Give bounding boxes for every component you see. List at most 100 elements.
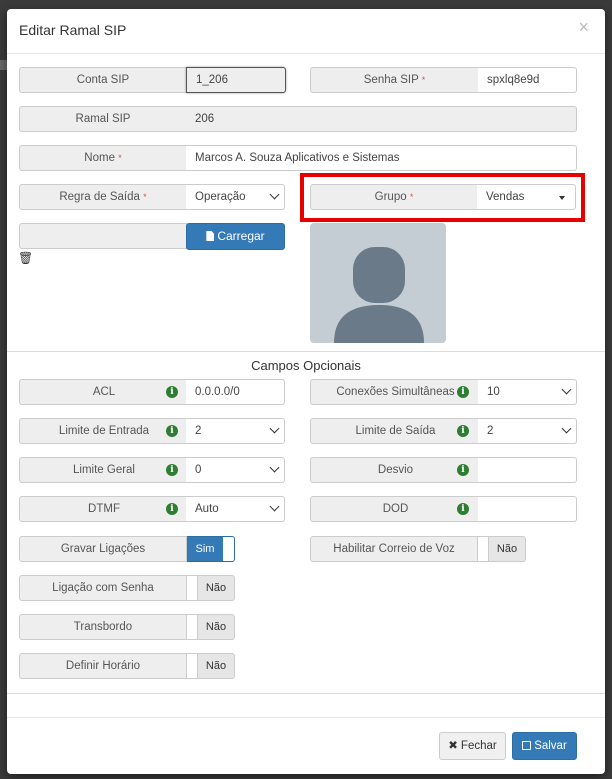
carregar-label: Carregar <box>217 229 265 243</box>
carregar-button[interactable]: Carregar <box>186 223 285 250</box>
info-icon[interactable]: i <box>457 386 469 398</box>
regra-saida-value: Operação <box>195 191 246 203</box>
info-icon[interactable]: i <box>166 386 178 398</box>
section-divider <box>7 351 605 352</box>
acl-label: ACL i <box>19 379 187 405</box>
conexoes-label-text: Conexões Simultâneas <box>336 386 455 398</box>
chevron-down-icon <box>269 423 280 434</box>
ligacao-senha-toggle-state: Não <box>205 582 227 594</box>
limite-geral-label: Limite Geral i <box>19 457 187 483</box>
close-icon: ✖ <box>448 740 458 752</box>
trash-icon[interactable]: 🗑 <box>18 251 33 265</box>
modal-title: Editar Ramal SIP <box>19 22 127 38</box>
senha-sip-label: Senha SIP * <box>310 67 479 93</box>
chevron-down-icon <box>269 189 280 200</box>
conexoes-value: 10 <box>487 386 500 398</box>
regra-saida-select[interactable]: Operação <box>186 184 285 210</box>
regra-saida-label: Regra de Saída * <box>19 184 187 210</box>
info-icon[interactable]: i <box>457 425 469 437</box>
info-icon[interactable]: i <box>166 464 178 476</box>
required-mark: * <box>421 75 426 85</box>
limite-saida-select[interactable]: 2 <box>478 418 577 444</box>
chevron-down-icon <box>269 462 280 473</box>
limite-geral-select[interactable]: 0 <box>186 457 285 483</box>
salvar-button[interactable]: Salvar <box>512 732 577 760</box>
limite-entrada-value: 2 <box>195 425 202 437</box>
regra-saida-label-text: Regra de Saída <box>59 191 140 203</box>
fechar-button[interactable]: ✖ Fechar <box>439 732 506 760</box>
nome-label-text: Nome <box>84 152 115 164</box>
salvar-label: Salvar <box>534 740 567 752</box>
conta-sip-label: Conta SIP <box>19 67 187 93</box>
acl-input[interactable]: 0.0.0.0/0 <box>186 379 285 405</box>
info-icon[interactable]: i <box>166 425 178 437</box>
dtmf-label-text: DTMF <box>88 503 120 515</box>
toggle-knob <box>187 615 198 639</box>
ligacao-senha-toggle[interactable]: Não <box>187 575 235 601</box>
close-icon[interactable]: × <box>578 18 589 36</box>
limite-geral-value: 0 <box>195 464 202 476</box>
footer-divider <box>7 717 605 718</box>
limite-entrada-label-text: Limite de Entrada <box>58 425 150 437</box>
ramal-sip-input: 206 <box>186 106 577 132</box>
section-divider <box>7 693 605 694</box>
definir-horario-toggle[interactable]: Não <box>187 653 235 679</box>
transbordo-label: Transbordo <box>19 614 187 640</box>
toggle-knob <box>187 576 198 600</box>
transbordo-toggle-state: Não <box>205 621 227 633</box>
dod-input[interactable] <box>478 496 577 522</box>
save-icon <box>522 741 532 750</box>
caret-down-icon <box>559 196 565 200</box>
conexoes-label: Conexões Simultâneas i <box>310 379 479 405</box>
user-silhouette-icon <box>334 247 424 343</box>
acl-label-text: ACL <box>92 386 116 398</box>
required-mark: * <box>118 153 122 163</box>
chevron-down-icon <box>269 501 280 512</box>
desvio-label: Desvio i <box>310 457 479 483</box>
required-mark: * <box>143 192 147 202</box>
gravar-toggle[interactable]: Sim <box>187 536 235 562</box>
edit-sip-extension-modal: Editar Ramal SIP × Conta SIP 1_206 Senha… <box>7 9 605 774</box>
grupo-value: Vendas <box>486 191 525 203</box>
nome-label: Nome * <box>19 145 187 171</box>
dtmf-label: DTMF i <box>19 496 187 522</box>
desvio-input[interactable] <box>478 457 577 483</box>
info-icon[interactable]: i <box>166 503 178 515</box>
limite-saida-value: 2 <box>487 425 494 437</box>
grupo-select[interactable]: Vendas <box>477 184 576 210</box>
nome-input[interactable]: Marcos A. Souza Aplicativos e Sistemas <box>186 145 577 171</box>
grupo-label: Grupo * <box>310 184 478 210</box>
conta-sip-input[interactable]: 1_206 <box>186 67 286 93</box>
gravar-toggle-state: Sim <box>187 537 223 561</box>
dod-label-text: DOD <box>382 503 409 515</box>
limite-saida-label: Limite de Saída i <box>310 418 479 444</box>
senha-sip-input[interactable]: spxlq8e9d <box>478 67 577 93</box>
dtmf-value: Auto <box>195 503 219 515</box>
limite-entrada-label: Limite de Entrada i <box>19 418 187 444</box>
senha-sip-label-text: Senha SIP <box>363 74 419 86</box>
fechar-label: Fechar <box>460 740 497 752</box>
limite-geral-label-text: Limite Geral <box>73 464 135 476</box>
limite-entrada-select[interactable]: 2 <box>186 418 285 444</box>
info-icon[interactable]: i <box>457 464 469 476</box>
chevron-down-icon <box>561 384 572 395</box>
correio-voz-toggle[interactable]: Não <box>478 536 526 562</box>
definir-horario-toggle-state: Não <box>205 660 227 672</box>
optional-fields-title: Campos Opcionais <box>251 358 361 373</box>
definir-horario-label: Definir Horário <box>19 653 187 679</box>
conexoes-select[interactable]: 10 <box>478 379 577 405</box>
gravar-label: Gravar Ligações <box>19 536 187 562</box>
correio-voz-toggle-state: Não <box>496 543 518 555</box>
dtmf-select[interactable]: Auto <box>186 496 285 522</box>
toggle-knob <box>478 537 489 561</box>
desvio-label-text: Desvio <box>377 464 414 476</box>
info-icon[interactable]: i <box>457 503 469 515</box>
ligacao-senha-label: Ligação com Senha <box>19 575 187 601</box>
dod-label: DOD i <box>310 496 479 522</box>
correio-voz-label: Habilitar Correio de Voz <box>310 536 478 562</box>
file-icon <box>206 231 215 241</box>
limite-saida-label-text: Limite de Saída <box>355 425 436 437</box>
avatar-placeholder[interactable] <box>310 223 446 343</box>
toggle-knob <box>187 654 198 678</box>
transbordo-toggle[interactable]: Não <box>187 614 235 640</box>
